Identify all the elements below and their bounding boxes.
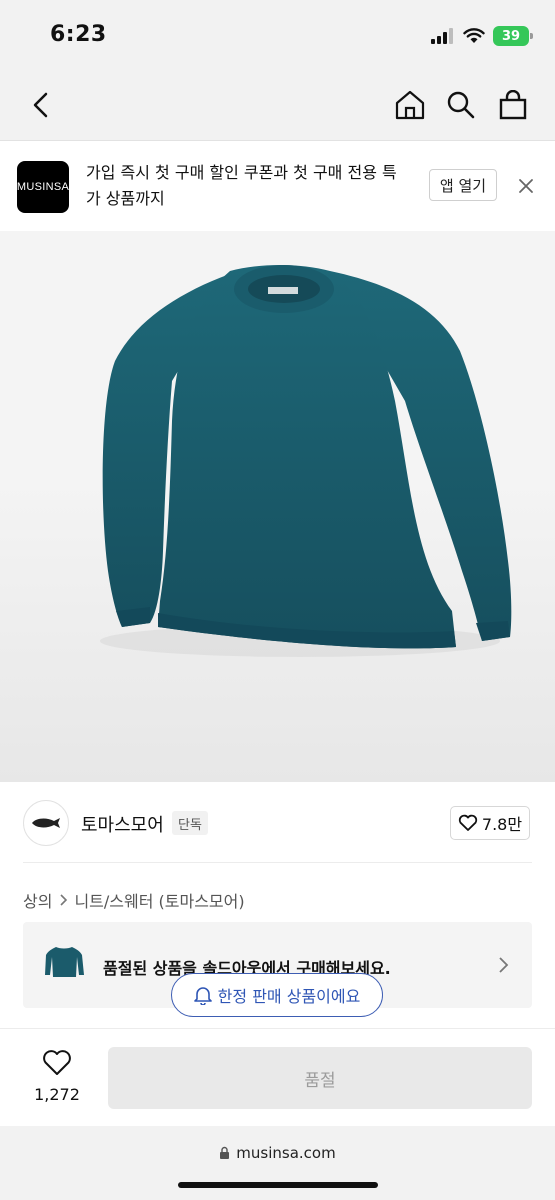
purchase-bar: 1,272 품절 — [0, 1028, 555, 1127]
shopping-bag-icon — [499, 90, 527, 120]
chevron-right-icon — [499, 957, 509, 973]
battery-indicator: 39 — [493, 26, 533, 46]
top-navigation — [0, 70, 555, 141]
breadcrumb-category[interactable]: 상의 — [23, 888, 52, 912]
sweater-thumbnail-icon — [45, 947, 84, 977]
soldout-thumbnail — [41, 938, 87, 984]
whale-logo-icon — [32, 818, 60, 828]
wifi-icon — [463, 28, 485, 43]
cellular-signal-icon — [431, 28, 453, 44]
browser-url-bar: musinsa.com — [0, 1126, 555, 1200]
home-indicator[interactable] — [178, 1182, 378, 1188]
brand-name[interactable]: 토마스모어 — [81, 811, 164, 837]
soldout-button[interactable]: 품절 — [108, 1047, 532, 1109]
breadcrumb: 상의 니트/스웨터 (토마스모어) — [23, 888, 245, 912]
heart-icon — [458, 814, 478, 831]
home-button[interactable] — [391, 86, 429, 124]
open-app-button[interactable]: 앱 열기 — [429, 169, 497, 201]
status-icons: 39 — [431, 24, 533, 48]
home-icon — [395, 90, 425, 120]
musinsa-app-logo: MUSINSA — [17, 161, 69, 213]
breadcrumb-subcategory[interactable]: 니트/스웨터 (토마스모어) — [74, 888, 244, 912]
heart-icon — [43, 1050, 71, 1075]
lock-icon — [220, 1146, 230, 1159]
status-time: 6:23 — [50, 22, 107, 47]
cart-button[interactable] — [494, 86, 532, 124]
status-bar: 6:23 39 — [0, 0, 555, 70]
divider — [23, 862, 532, 863]
search-button[interactable] — [442, 86, 480, 124]
chevron-right-icon — [60, 894, 68, 906]
brand-like-button[interactable]: 7.8만 — [450, 806, 530, 840]
url-domain: musinsa.com — [236, 1144, 336, 1162]
brand-like-count: 7.8만 — [481, 815, 523, 834]
sweater-illustration — [100, 265, 512, 657]
search-icon — [447, 91, 475, 119]
url-display[interactable]: musinsa.com — [0, 1144, 555, 1162]
wish-count: 1,272 — [34, 1085, 80, 1104]
wish-button[interactable]: 1,272 — [30, 1049, 84, 1104]
battery-level: 39 — [501, 28, 521, 44]
brand-logo[interactable] — [23, 800, 69, 846]
limited-sale-pill[interactable]: 한정 판매 상품이에요 — [171, 973, 383, 1017]
back-arrow-icon — [33, 92, 48, 118]
bell-icon — [193, 987, 212, 1005]
close-icon[interactable] — [515, 175, 537, 197]
back-button[interactable] — [22, 86, 60, 124]
product-image[interactable] — [0, 231, 555, 782]
exclusive-badge: 단독 — [172, 811, 208, 835]
limited-sale-label: 한정 판매 상품이에요 — [217, 987, 361, 1006]
app-install-banner: MUSINSA 가입 즉시 첫 구매 할인 쿠폰과 첫 구매 전용 특가 상품까… — [0, 141, 555, 231]
banner-text: 가입 즉시 첫 구매 할인 쿠폰과 첫 구매 전용 특가 상품까지 — [86, 163, 397, 208]
